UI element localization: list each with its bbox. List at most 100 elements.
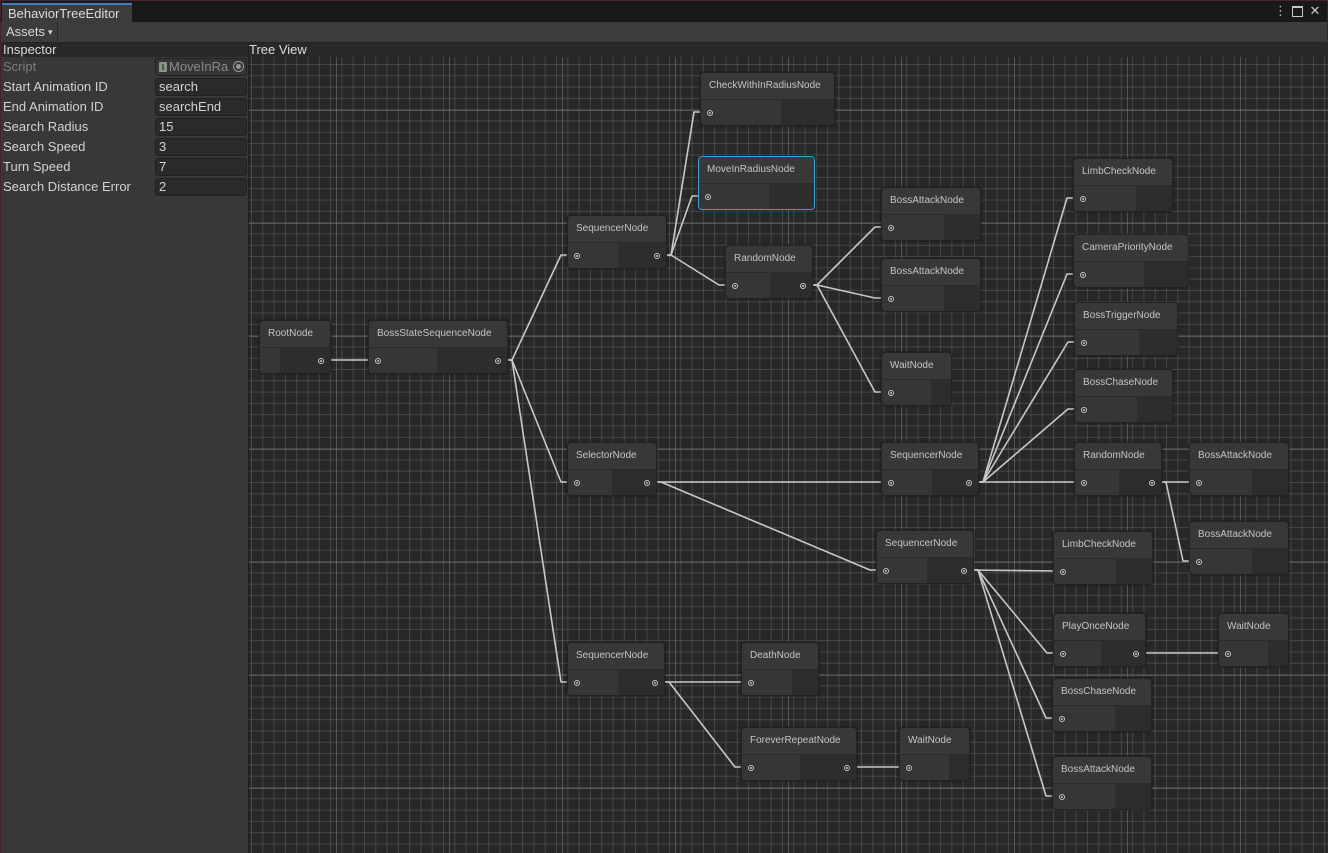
output-port-icon[interactable] (654, 253, 660, 259)
node-output-area (932, 470, 978, 495)
input-port-icon[interactable] (888, 225, 894, 231)
node-output-area (612, 470, 656, 495)
output-port-icon[interactable] (966, 480, 972, 486)
input-port-icon[interactable] (375, 358, 381, 364)
assets-dropdown-button[interactable]: Assets ▾ (2, 23, 58, 41)
node-input-area (1075, 470, 1119, 495)
output-port-icon[interactable] (644, 480, 650, 486)
field-search-speed: Search Speed 3 (1, 137, 248, 157)
input-port-icon[interactable] (1060, 651, 1066, 657)
tree-node-play-once-node[interactable]: PlayOnceNode (1053, 613, 1146, 667)
tab-bar: BehaviorTreeEditor ⋮ ✕ (1, 1, 1327, 22)
search-radius-input[interactable]: 15 (155, 118, 247, 136)
script-object-field[interactable]: MoveInRa (155, 58, 247, 76)
tree-node-death-node[interactable]: DeathNode (741, 642, 819, 696)
tree-node-boss-state-sequence-node[interactable]: BossStateSequenceNode (368, 320, 508, 374)
input-port-icon[interactable] (748, 765, 754, 771)
input-port-icon[interactable] (574, 253, 580, 259)
tree-node-boss-trigger-node[interactable]: BossTriggerNode (1074, 302, 1178, 356)
tree-node-random-node[interactable]: RandomNode (1074, 442, 1162, 496)
output-port-icon[interactable] (1133, 651, 1139, 657)
output-port-icon[interactable] (844, 765, 850, 771)
node-output-area (280, 348, 330, 373)
assets-label: Assets (6, 24, 46, 39)
node-input-area (701, 100, 781, 125)
node-output-area (1136, 186, 1172, 211)
field-script: Script MoveInRa (1, 57, 248, 77)
input-port-icon[interactable] (1080, 272, 1086, 278)
input-port-icon[interactable] (1196, 559, 1202, 565)
node-title: CheckWithInRadiusNode (701, 73, 834, 99)
tree-node-limb-check-node[interactable]: LimbCheckNode (1053, 531, 1153, 585)
input-port-icon[interactable] (1081, 340, 1087, 346)
tree-node-random-node[interactable]: RandomNode (725, 245, 813, 299)
input-port-icon[interactable] (707, 110, 713, 116)
object-picker-icon[interactable] (233, 61, 244, 72)
input-port-icon[interactable] (1196, 480, 1202, 486)
inspector-title: Inspector (1, 43, 248, 57)
input-port-icon[interactable] (883, 568, 889, 574)
tree-node-root-node[interactable]: RootNode (259, 320, 331, 374)
search-distance-error-input[interactable]: 2 (155, 178, 247, 196)
node-output-area (931, 380, 951, 405)
input-port-icon[interactable] (906, 765, 912, 771)
tree-node-wait-node[interactable]: WaitNode (899, 727, 970, 781)
output-port-icon[interactable] (318, 358, 324, 364)
input-port-icon[interactable] (574, 680, 580, 686)
node-input-area (568, 470, 612, 495)
maximize-icon[interactable] (1292, 5, 1303, 17)
input-port-icon[interactable] (888, 480, 894, 486)
tree-node-sequencer-node[interactable]: SequencerNode (567, 642, 665, 696)
output-port-icon[interactable] (961, 568, 967, 574)
tab-behavior-tree-editor[interactable]: BehaviorTreeEditor (2, 3, 132, 22)
node-title: BossAttackNode (882, 259, 980, 285)
tree-node-selector-node[interactable]: SelectorNode (567, 442, 657, 496)
tree-node-sequencer-node[interactable]: SequencerNode (881, 442, 979, 496)
start-animation-id-input[interactable]: search (155, 78, 247, 96)
tree-node-move-in-radius-node[interactable]: MoveInRadiusNode (698, 156, 815, 210)
search-speed-input[interactable]: 3 (155, 138, 247, 156)
tree-node-sequencer-node[interactable]: SequencerNode (567, 215, 667, 269)
input-port-icon[interactable] (1059, 716, 1065, 722)
tree-node-boss-attack-node[interactable]: BossAttackNode (1052, 756, 1152, 810)
turn-speed-input[interactable]: 7 (155, 158, 247, 176)
output-port-icon[interactable] (652, 680, 658, 686)
input-port-icon[interactable] (1081, 480, 1087, 486)
node-title: BossAttackNode (1190, 443, 1288, 469)
node-output-area (944, 215, 980, 240)
tree-node-boss-chase-node[interactable]: BossChaseNode (1052, 678, 1152, 732)
input-port-icon[interactable] (1080, 196, 1086, 202)
input-port-icon[interactable] (574, 480, 580, 486)
tree-node-wait-node[interactable]: WaitNode (881, 352, 952, 406)
input-port-icon[interactable] (1081, 407, 1087, 413)
field-label: Search Distance Error (3, 179, 131, 194)
tree-node-boss-attack-node[interactable]: BossAttackNode (1189, 442, 1289, 496)
tree-node-camera-priority-node[interactable]: CameraPriorityNode (1073, 234, 1189, 288)
input-port-icon[interactable] (748, 680, 754, 686)
input-port-icon[interactable] (888, 390, 894, 396)
tree-node-boss-chase-node[interactable]: BossChaseNode (1074, 369, 1173, 423)
input-port-icon[interactable] (1060, 569, 1066, 575)
tree-node-limb-check-node[interactable]: LimbCheckNode (1073, 158, 1173, 212)
tree-node-forever-repeat-node[interactable]: ForeverRepeatNode (741, 727, 857, 781)
end-animation-id-input[interactable]: searchEnd (155, 98, 247, 116)
node-input-area (742, 755, 800, 780)
close-icon[interactable]: ✕ (1309, 4, 1321, 18)
input-port-icon[interactable] (888, 296, 894, 302)
input-port-icon[interactable] (732, 283, 738, 289)
input-port-icon[interactable] (1059, 794, 1065, 800)
tree-node-check-with-in-radius-node[interactable]: CheckWithInRadiusNode (700, 72, 835, 126)
tree-node-boss-attack-node[interactable]: BossAttackNode (881, 187, 981, 241)
tree-node-wait-node[interactable]: WaitNode (1218, 613, 1289, 667)
output-port-icon[interactable] (1149, 480, 1155, 486)
output-port-icon[interactable] (495, 358, 501, 364)
input-port-icon[interactable] (705, 194, 711, 200)
node-input-area (1074, 186, 1136, 211)
tree-node-sequencer-node[interactable]: SequencerNode (876, 530, 974, 584)
tree-node-boss-attack-node[interactable]: BossAttackNode (881, 258, 981, 312)
tree-node-boss-attack-node[interactable]: BossAttackNode (1189, 521, 1289, 575)
input-port-icon[interactable] (1225, 651, 1231, 657)
node-title: RootNode (260, 321, 330, 347)
kebab-menu-icon[interactable]: ⋮ (1274, 4, 1287, 18)
output-port-icon[interactable] (800, 283, 806, 289)
